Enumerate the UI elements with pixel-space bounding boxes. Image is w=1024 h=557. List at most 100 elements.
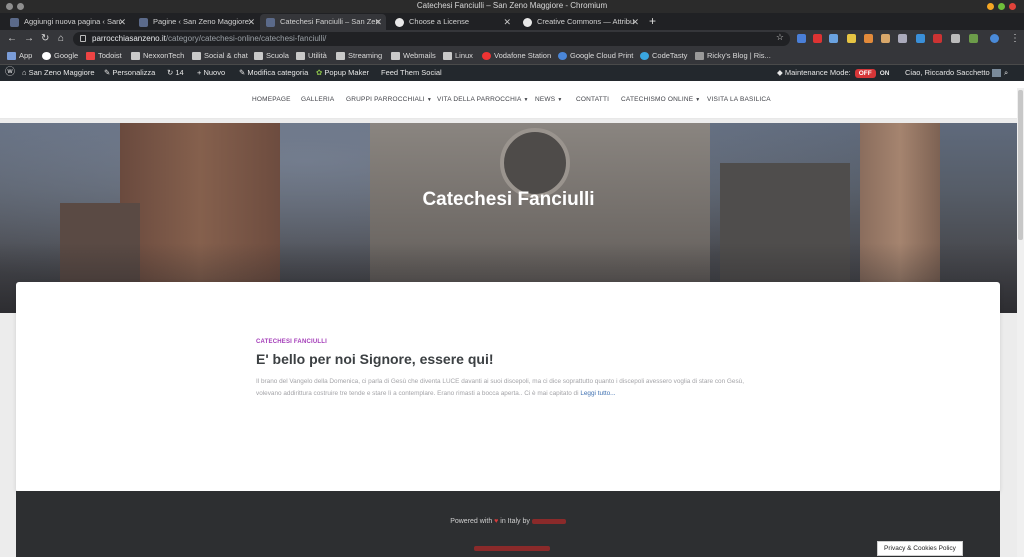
tab-creative-commons[interactable]: Creative Commons — Attribu ✕ [517,14,643,30]
wp-admin-bar: ⓦ ⌂ San Zeno Maggiore ✎ Personalizza ↻ 1… [0,65,1024,81]
bookmark-item[interactable]: Streaming [336,48,382,64]
tab-strip: Aggiungi nuova pagina ‹ San ✕ Pagine ‹ S… [0,13,1024,30]
maintenance-mode-toggle[interactable]: ◆ Maintenance Mode: OFF ON [777,65,889,82]
bookmark-item[interactable]: Webmails [391,48,436,64]
author-link[interactable] [531,518,566,524]
bookmark-item[interactable]: Utilità [296,48,327,64]
tab-label: Pagine ‹ San Zeno Maggiore [153,17,249,26]
bookmark-label: App [19,51,33,60]
bookmark-item[interactable]: Linux [443,48,473,64]
tab-close-icon[interactable]: ✕ [503,14,511,30]
close-window-icon[interactable] [1009,3,1016,10]
blog-icon [695,52,704,60]
bookmark-label: Social & chat [204,51,248,60]
address-url[interactable]: parrocchiasanzeno.it/category/catechesi-… [92,33,326,45]
extension-icon[interactable] [898,34,907,43]
maintenance-label: Maintenance Mode: [784,68,851,77]
bookmark-item[interactable]: Social & chat [192,48,248,64]
creative-commons-favicon-icon [395,18,404,27]
apps-grid-icon [7,52,16,60]
tab-pages[interactable]: Pagine ‹ San Zeno Maggiore ✕ [133,14,259,30]
nav-visita-basilica[interactable]: VISITA LA BASILICA [707,81,771,119]
tab-close-icon[interactable]: ✕ [631,14,639,30]
new-tab-button[interactable]: + [649,13,656,30]
extension-icon[interactable] [797,34,806,43]
bookmark-item[interactable]: Vodafone Station [482,48,551,64]
admin-updates-link[interactable]: ↻ 14 [167,65,184,81]
extension-icon[interactable] [933,34,942,43]
admin-account-link[interactable]: Ciao, Riccardo Sacchetto [905,65,1001,81]
maintenance-on-label[interactable]: ON [880,70,890,77]
tab-close-icon[interactable]: ✕ [374,14,382,30]
profile-avatar-icon[interactable] [990,34,999,43]
admin-edit-category-link[interactable]: ✎ Modifica categoria [239,65,308,81]
admin-customize-label: Personalizza [112,68,156,77]
hero-rose-window [500,128,570,198]
page-scrollbar[interactable] [1017,88,1024,557]
admin-greeting: Ciao, Riccardo Sacchetto [905,68,990,77]
wordpress-logo-icon[interactable]: ⓦ [5,65,15,81]
admin-site-link[interactable]: ⌂ San Zeno Maggiore [22,65,95,81]
tab-close-icon[interactable]: ✕ [247,14,255,30]
site-footer: Powered with ♥ in Italy by [16,491,1000,557]
nav-news[interactable]: NEWS ▼ [535,81,562,119]
nav-contatti[interactable]: CONTATTI [576,81,609,119]
extension-icon[interactable] [829,34,838,43]
tab-choose-license[interactable]: Choose a License ✕ [389,14,515,30]
address-bar[interactable]: parrocchiasanzeno.it/category/catechesi-… [73,32,790,46]
extension-icon[interactable] [864,34,873,43]
bookmark-label: Google [54,51,79,60]
nav-label: VITA DELLA PARROCCHIA [437,96,522,103]
tab-close-icon[interactable]: ✕ [118,14,126,30]
post-title-link[interactable]: E' bello per noi Signore, essere qui! [256,351,494,367]
menu-kebab-icon[interactable]: ⋮ [1010,32,1020,46]
tab-add-page[interactable]: Aggiungi nuova pagina ‹ San ✕ [4,14,130,30]
bookmark-item[interactable]: NexxonTech [131,48,184,64]
bookmark-item[interactable]: Scuola [254,48,289,64]
tab-catechesi-fanciulli[interactable]: Catechesi Fanciulli – San Zen ✕ [260,14,386,30]
scrollbar-thumb[interactable] [1018,90,1023,240]
post-category-link[interactable]: CATECHESI FANCIULLI [256,339,327,345]
forward-arrow-icon[interactable]: → [24,32,34,46]
bookmark-item[interactable]: Google [42,48,78,64]
bookmark-item[interactable]: Google Cloud Print [558,48,633,64]
extension-icon[interactable] [969,34,978,43]
minimize-icon[interactable] [987,3,994,10]
reload-icon[interactable]: ↻ [41,32,49,46]
extension-icon[interactable] [916,34,925,43]
footer-link[interactable] [474,546,550,551]
extension-icon[interactable] [951,34,960,43]
caret-down-icon: ▼ [557,97,563,103]
admin-customize-link[interactable]: ✎ Personalizza [104,65,155,81]
extension-icon[interactable] [847,34,856,43]
bookmark-item[interactable]: CodeTasty [640,48,687,64]
admin-new-link[interactable]: + Nuovo [197,65,225,81]
read-more-link[interactable]: Leggi tutto... [580,390,615,397]
nav-vita-parrocchia[interactable]: VITA DELLA PARROCCHIA ▼ [437,81,529,119]
back-arrow-icon[interactable]: ← [7,32,17,46]
extension-icon[interactable] [881,34,890,43]
nav-homepage[interactable]: HOMEPAGE [252,81,291,119]
admin-new-label: Nuovo [203,68,226,77]
admin-feed-link[interactable]: Feed Them Social [381,65,442,81]
home-icon[interactable]: ⌂ [58,32,64,46]
post-excerpt-text: Il brano del Vangelo della Domenica, ci … [256,378,744,397]
folder-icon [296,52,305,60]
nav-catechismo-online[interactable]: CATECHISMO ONLINE ▼ [621,81,700,119]
admin-popup-maker-link[interactable]: ✿ Popup Maker [316,65,369,81]
extension-icon[interactable] [813,34,822,43]
page-title: Catechesi Fanciulli [422,189,595,210]
caret-down-icon: ▼ [695,97,701,103]
bookmark-item[interactable]: Todoist [86,48,122,64]
admin-search-icon[interactable]: ⌕ [1004,65,1008,81]
cookie-policy-button[interactable]: Privacy & Cookies Policy [877,541,963,556]
post-card: CATECHESI FANCIULLI E' bello per noi Sig… [16,282,1000,492]
maximize-icon[interactable] [998,3,1005,10]
lock-icon [80,35,86,42]
bookmark-star-icon[interactable]: ☆ [776,32,784,43]
bookmark-item[interactable]: Ricky's Blog | Ris... [695,48,771,64]
bookmark-item[interactable]: App [7,48,32,64]
maintenance-off-badge[interactable]: OFF [854,69,876,78]
nav-galleria[interactable]: GALLERIA [301,81,334,119]
nav-gruppi-parrocchiali[interactable]: GRUPPI PARROCCHIALI ▼ [346,81,432,119]
